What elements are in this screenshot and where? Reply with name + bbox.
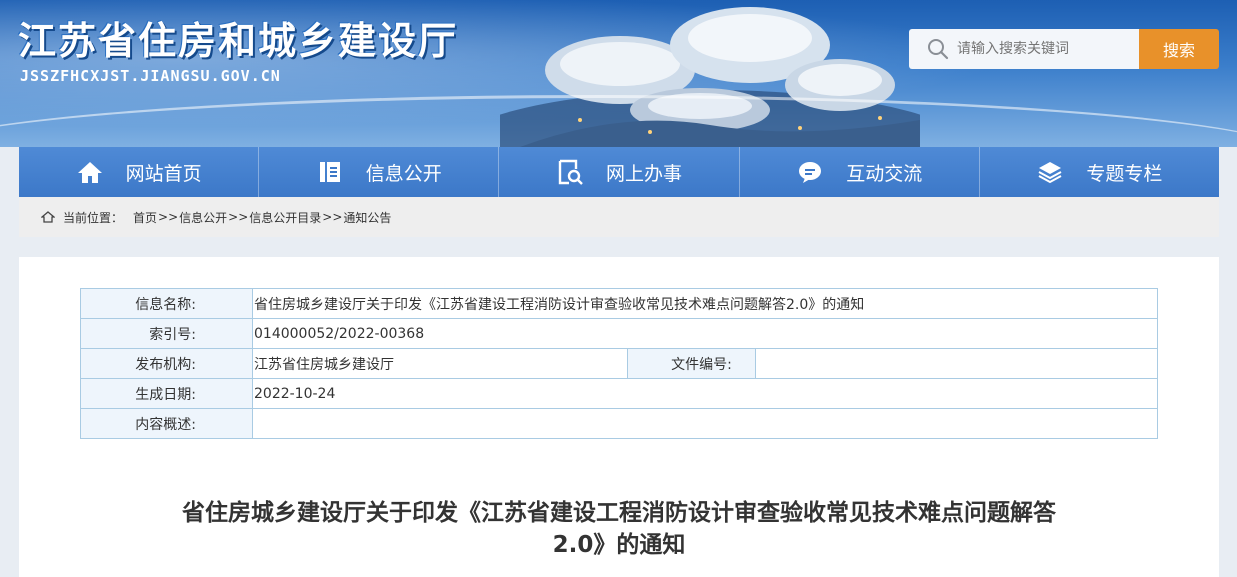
breadcrumb: 当前位置： 首页 >> 信息公开 >> 信息公开目录 >> 通知公告 xyxy=(19,197,1219,237)
table-row: 发布机构: 江苏省住房城乡建设厅 文件编号: xyxy=(80,348,1158,379)
breadcrumb-item-info-catalog[interactable]: 信息公开目录 xyxy=(249,209,321,226)
info-name-value: 省住房城乡建设厅关于印发《江苏省建设工程消防设计审查验收常见技术难点问题解答2.… xyxy=(252,288,1158,319)
nav-item-interaction[interactable]: 互动交流 xyxy=(740,147,980,197)
chat-icon xyxy=(796,158,824,186)
info-summary-value xyxy=(252,408,1158,439)
breadcrumb-separator: >> xyxy=(158,210,179,224)
article-title: 省住房城乡建设厅关于印发《江苏省建设工程消防设计审查验收常见技术难点问题解答 2… xyxy=(119,497,1119,561)
layers-icon xyxy=(1036,158,1064,186)
site-header: 江苏省住房和城乡建设厅 JSSZFHCXJST.JIANGSU.GOV.CN 搜… xyxy=(0,0,1237,147)
location-home-icon xyxy=(41,211,55,223)
nav-item-label: 信息公开 xyxy=(365,162,442,185)
nav-item-label: 专题专栏 xyxy=(1086,162,1163,185)
breadcrumb-item-home[interactable]: 首页 xyxy=(133,209,157,226)
site-url: JSSZFHCXJST.JIANGSU.GOV.CN xyxy=(20,67,281,85)
nav-item-label: 互动交流 xyxy=(846,162,923,185)
breadcrumb-separator: >> xyxy=(322,210,343,224)
table-row: 生成日期: 2022-10-24 xyxy=(80,378,1158,409)
search-icon xyxy=(928,39,949,60)
nav-item-info-public[interactable]: 信息公开 xyxy=(259,147,500,197)
breadcrumb-item-info-public[interactable]: 信息公开 xyxy=(179,209,227,226)
info-doc-no-label: 文件编号: xyxy=(627,348,756,379)
table-row: 信息名称: 省住房城乡建设厅关于印发《江苏省建设工程消防设计审查验收常见技术难点… xyxy=(80,288,1158,319)
search-input[interactable] xyxy=(955,40,1139,58)
info-publisher-value: 江苏省住房城乡建设厅 xyxy=(252,348,628,379)
nav-item-online-service[interactable]: 网上办事 xyxy=(499,147,740,197)
content-card: 信息名称: 省住房城乡建设厅关于印发《江苏省建设工程消防设计审查验收常见技术难点… xyxy=(19,257,1219,577)
info-table: 信息名称: 省住房城乡建设厅关于印发《江苏省建设工程消防设计审查验收常见技术难点… xyxy=(80,288,1158,439)
nav-item-label: 网站首页 xyxy=(125,162,202,185)
info-publisher-label: 发布机构: xyxy=(80,348,253,379)
nav-item-special-topics[interactable]: 专题专栏 xyxy=(980,147,1219,197)
info-summary-label: 内容概述: xyxy=(80,408,253,439)
breadcrumb-item-notices[interactable]: 通知公告 xyxy=(343,209,391,226)
site-title[interactable]: 江苏省住房和城乡建设厅 xyxy=(18,10,458,65)
table-row: 索引号: 014000052/2022-00368 xyxy=(80,318,1158,349)
table-row: 内容概述: xyxy=(80,408,1158,439)
article-title-line1: 省住房城乡建设厅关于印发《江苏省建设工程消防设计审查验收常见技术难点问题解答 xyxy=(182,500,1056,526)
info-index-value: 014000052/2022-00368 xyxy=(252,318,1158,349)
nav-item-home[interactable]: 网站首页 xyxy=(19,147,260,197)
document-search-icon xyxy=(556,158,584,186)
info-index-label: 索引号: xyxy=(80,318,253,349)
info-date-value: 2022-10-24 xyxy=(252,378,1158,409)
article-title-line2: 2.0》的通知 xyxy=(552,532,686,558)
home-icon xyxy=(76,158,104,186)
main-nav: 网站首页 信息公开 网上办事 互动交流 专题专栏 xyxy=(19,147,1219,197)
info-name-label: 信息名称: xyxy=(80,288,253,319)
nav-item-label: 网上办事 xyxy=(606,162,683,185)
breadcrumb-separator: >> xyxy=(228,210,249,224)
search-box[interactable] xyxy=(909,29,1139,69)
list-icon xyxy=(316,158,344,186)
info-date-label: 生成日期: xyxy=(80,378,253,409)
info-doc-no-value xyxy=(755,348,1158,379)
breadcrumb-label: 当前位置： xyxy=(63,210,124,225)
search-button[interactable]: 搜索 xyxy=(1139,29,1219,69)
